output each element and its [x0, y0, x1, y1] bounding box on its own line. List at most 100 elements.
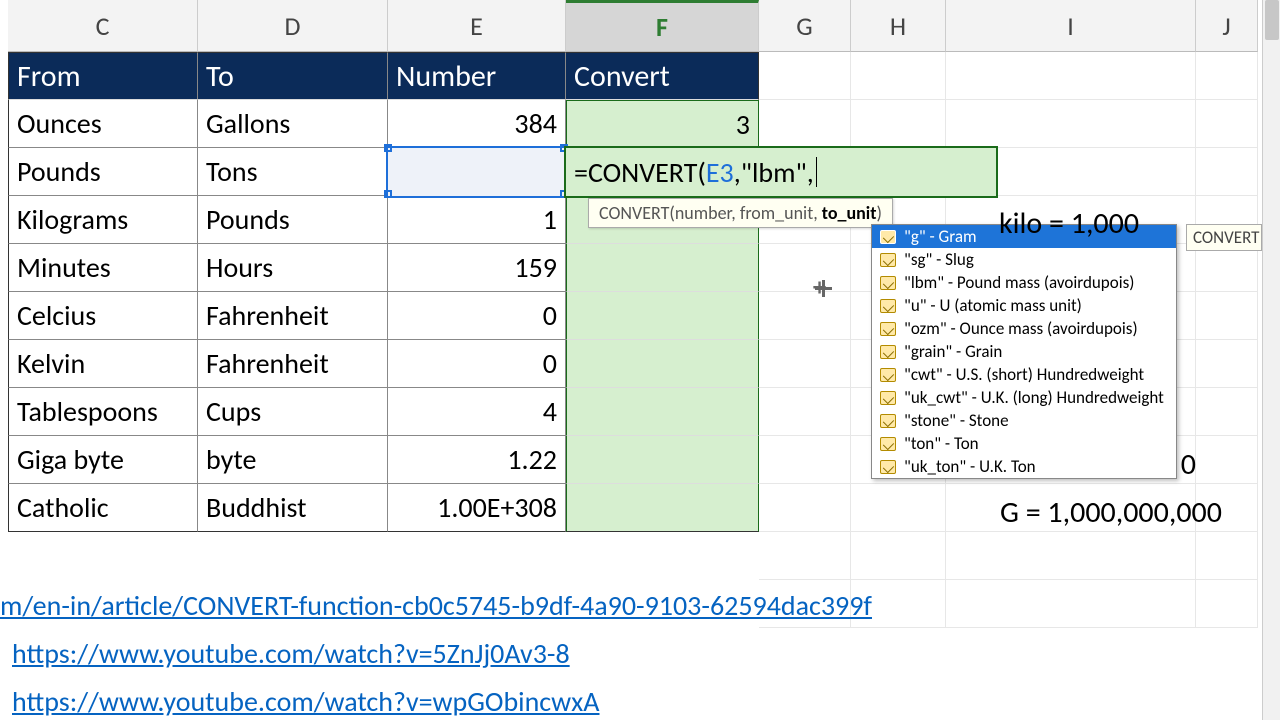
dropdown-item-label: "uk_ton" - U.K. Ton: [904, 456, 1036, 477]
ref-handle: [384, 144, 392, 152]
constant-icon: [880, 299, 896, 313]
cell-from-4[interactable]: Celcius: [8, 292, 198, 340]
cell-blank[interactable]: [759, 52, 851, 100]
cell-to-6[interactable]: Cups: [198, 388, 388, 436]
cell-from-2[interactable]: Kilograms: [8, 196, 198, 244]
cell-blank[interactable]: [851, 100, 946, 148]
cell-blank[interactable]: [759, 244, 851, 292]
cell-blank[interactable]: [1196, 244, 1258, 292]
dropdown-item[interactable]: "grain" - Grain: [872, 340, 1176, 363]
cell-blank[interactable]: [759, 436, 851, 484]
col-header-d[interactable]: D: [198, 0, 388, 52]
cell-blank[interactable]: [1196, 148, 1258, 196]
cell-blank[interactable]: [946, 52, 1196, 100]
cell-blank[interactable]: [1196, 100, 1258, 148]
link-ms-article[interactable]: m/en-in/article/CONVERT-function-cb0c574…: [0, 588, 872, 623]
col-header-h[interactable]: H: [851, 0, 946, 52]
cell-to-7[interactable]: byte: [198, 436, 388, 484]
cell-number-5[interactable]: 0: [388, 340, 566, 388]
spreadsheet: CDEFGHIJ FromToNumberConvertOuncesGallon…: [0, 0, 1280, 720]
cell-number-8[interactable]: 1.00E+308: [388, 484, 566, 532]
cell-blank[interactable]: [946, 100, 1196, 148]
cell-blank[interactable]: [1196, 436, 1258, 484]
dropdown-item-label: "lbm" - Pound mass (avoirdupois): [904, 272, 1134, 293]
cell-blank[interactable]: [759, 100, 851, 148]
col-header-f[interactable]: F: [566, 0, 759, 52]
cell-convert-4[interactable]: [566, 292, 759, 340]
col-header-i[interactable]: I: [946, 0, 1196, 52]
dropdown-item[interactable]: "uk_ton" - U.K. Ton: [872, 455, 1176, 478]
cell-editing-f3[interactable]: =CONVERT(E3,"lbm",: [566, 148, 996, 196]
cell-convert-3[interactable]: [566, 244, 759, 292]
cell-convert-7[interactable]: [566, 436, 759, 484]
header-from: From: [8, 52, 198, 100]
cell-from-8[interactable]: Catholic: [8, 484, 198, 532]
cell-blank[interactable]: [1196, 388, 1258, 436]
cell-blank[interactable]: [759, 388, 851, 436]
dropdown-item[interactable]: "cwt" - U.S. (short) Hundredweight: [872, 363, 1176, 386]
cell-blank[interactable]: [1196, 340, 1258, 388]
note-kilo: kilo = 1,000: [999, 205, 1139, 242]
cell-blank[interactable]: [851, 532, 946, 580]
cell-blank[interactable]: [1196, 292, 1258, 340]
cell-convert-8[interactable]: [566, 484, 759, 532]
cell-from-5[interactable]: Kelvin: [8, 340, 198, 388]
constant-icon: [880, 276, 896, 290]
cell-blank[interactable]: [946, 532, 1196, 580]
cell-from-3[interactable]: Minutes: [8, 244, 198, 292]
cell-blank[interactable]: [759, 292, 851, 340]
constant-icon: [880, 253, 896, 267]
dropdown-item-label: "grain" - Grain: [904, 341, 1002, 362]
cell-number-3[interactable]: 159: [388, 244, 566, 292]
cell-from-0[interactable]: Ounces: [8, 100, 198, 148]
dropdown-item-label: "u" - U (atomic mass unit): [904, 295, 1082, 316]
cell-blank[interactable]: [759, 340, 851, 388]
dropdown-item[interactable]: "sg" - Slug: [872, 248, 1176, 271]
dropdown-item[interactable]: "uk_cwt" - U.K. (long) Hundredweight: [872, 386, 1176, 409]
cell-blank[interactable]: [946, 580, 1196, 628]
dropdown-item[interactable]: "lbm" - Pound mass (avoirdupois): [872, 271, 1176, 294]
cell-number-6[interactable]: 4: [388, 388, 566, 436]
col-header-j[interactable]: J: [1196, 0, 1258, 52]
cell-to-0[interactable]: Gallons: [198, 100, 388, 148]
cell-to-4[interactable]: Fahrenheit: [198, 292, 388, 340]
constant-icon: [880, 322, 896, 336]
cell-from-1[interactable]: Pounds: [8, 148, 198, 196]
link-youtube-2[interactable]: https://www.youtube.com/watch?v=wpGObinc…: [12, 684, 600, 719]
dropdown-item[interactable]: "u" - U (atomic mass unit): [872, 294, 1176, 317]
dropdown-item[interactable]: "ozm" - Ounce mass (avoirdupois): [872, 317, 1176, 340]
cell-from-6[interactable]: Tablespoons: [8, 388, 198, 436]
constant-icon: [880, 368, 896, 382]
cell-blank[interactable]: [851, 52, 946, 100]
cell-number-0[interactable]: 384: [388, 100, 566, 148]
cell-to-3[interactable]: Hours: [198, 244, 388, 292]
cell-to-2[interactable]: Pounds: [198, 196, 388, 244]
unit-autocomplete-dropdown[interactable]: "g" - Gram"sg" - Slug"lbm" - Pound mass …: [871, 224, 1177, 479]
cell-to-5[interactable]: Fahrenheit: [198, 340, 388, 388]
cell-to-1[interactable]: Tons: [198, 148, 388, 196]
col-header-e[interactable]: E: [388, 0, 566, 52]
scrollbar-thumb[interactable]: [1265, 0, 1279, 40]
cell-convert-0[interactable]: 3: [566, 100, 759, 148]
link-youtube-1[interactable]: https://www.youtube.com/watch?v=5ZnJj0Av…: [12, 636, 570, 671]
cell-blank[interactable]: [759, 484, 851, 532]
header-number: Number: [388, 52, 566, 100]
cell-blank[interactable]: [759, 532, 851, 580]
cell-blank[interactable]: [1196, 580, 1258, 628]
dropdown-item[interactable]: "stone" - Stone: [872, 409, 1176, 432]
cell-blank[interactable]: [1196, 532, 1258, 580]
cell-convert-5[interactable]: [566, 340, 759, 388]
cell-blank[interactable]: [851, 484, 946, 532]
cell-convert-6[interactable]: [566, 388, 759, 436]
dropdown-item[interactable]: "ton" - Ton: [872, 432, 1176, 455]
cell-blank[interactable]: [1196, 52, 1258, 100]
vertical-scrollbar[interactable]: [1262, 0, 1280, 720]
cell-number-2[interactable]: 1: [388, 196, 566, 244]
cell-to-8[interactable]: Buddhist: [198, 484, 388, 532]
cell-number-4[interactable]: 0: [388, 292, 566, 340]
dropdown-item-label: "uk_cwt" - U.K. (long) Hundredweight: [904, 387, 1164, 408]
col-header-g[interactable]: G: [759, 0, 851, 52]
cell-from-7[interactable]: Giga byte: [8, 436, 198, 484]
cell-number-7[interactable]: 1.22: [388, 436, 566, 484]
col-header-c[interactable]: C: [8, 0, 198, 52]
